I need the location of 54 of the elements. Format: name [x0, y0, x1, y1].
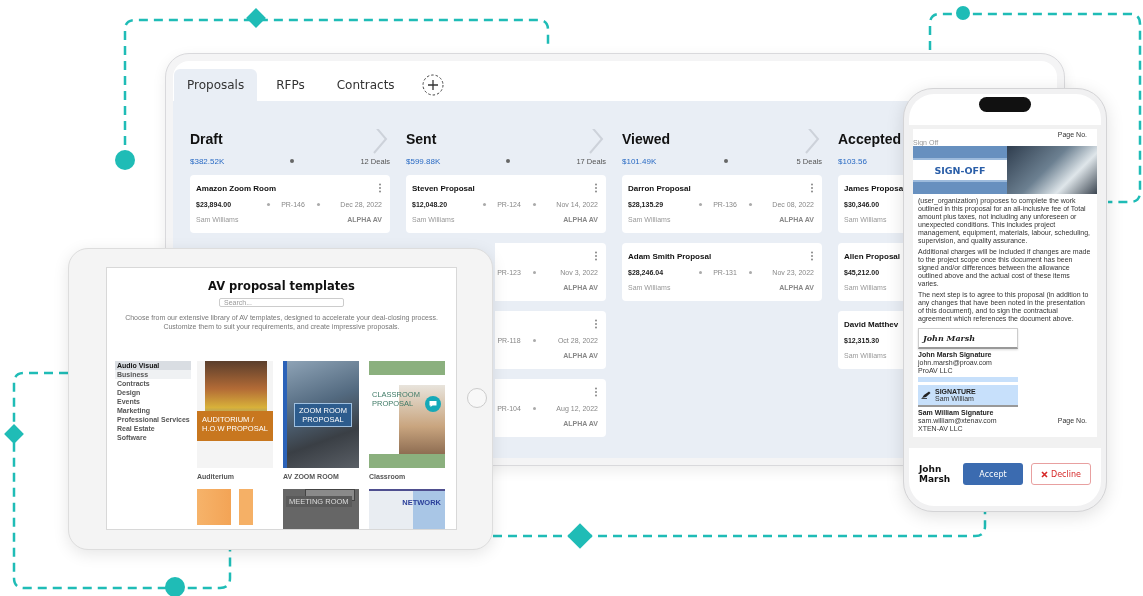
more-options-icon[interactable] — [594, 319, 598, 329]
separator-dot — [532, 339, 536, 342]
decline-button[interactable]: Decline — [1031, 463, 1091, 485]
column-title: Sent — [406, 131, 437, 147]
column-title: Accepted — [838, 131, 902, 147]
column-total: $101.49K — [622, 156, 657, 166]
separator-dot — [506, 159, 511, 163]
proposal-title: James Proposa — [844, 183, 903, 193]
tab[interactable]: Proposals — [174, 69, 258, 101]
page-title: AV proposal templates — [208, 279, 355, 293]
proposal-title: Darron Proposal — [628, 183, 691, 193]
proposal-title: Adam Smith Proposal — [628, 251, 712, 261]
separator-dot — [748, 271, 752, 274]
add-tab-icon[interactable] — [421, 74, 444, 96]
proposal-title: Allen Proposal — [844, 251, 900, 261]
more-options-icon[interactable] — [810, 251, 814, 261]
accept-button[interactable]: Accept — [963, 463, 1023, 485]
more-options-icon[interactable] — [594, 387, 598, 397]
separator-dot — [266, 203, 270, 206]
chevron-icon — [588, 129, 604, 154]
tab[interactable]: Contracts — [323, 69, 408, 101]
chat-icon[interactable] — [425, 396, 441, 412]
chevron-icon — [804, 129, 820, 154]
signer-name: John Marsh — [919, 464, 952, 484]
close-icon — [1041, 470, 1049, 478]
separator-dot — [532, 203, 536, 206]
more-options-icon[interactable] — [594, 183, 598, 193]
banner-title: SIGN-OFF — [934, 164, 986, 176]
more-options-icon[interactable] — [378, 183, 382, 193]
separator-dot — [316, 203, 320, 206]
chevron-icon — [372, 129, 388, 154]
proposal-title: David Matthev — [844, 319, 899, 329]
column-total: $103.56 — [838, 156, 867, 166]
handwritten-signature: John Marsh — [923, 333, 976, 343]
separator-dot — [698, 271, 702, 274]
tab[interactable]: RFPs — [263, 69, 318, 101]
separator-dot — [724, 159, 729, 163]
separator-dot — [290, 159, 295, 163]
more-options-icon[interactable] — [810, 183, 814, 193]
proposal-title: Steven Proposal — [412, 183, 475, 193]
column-title: Viewed — [622, 131, 670, 147]
separator-dot — [532, 407, 536, 410]
separator-dot — [482, 203, 486, 206]
pen-icon — [921, 391, 931, 399]
separator-dot — [698, 203, 702, 206]
separator-dot — [748, 203, 752, 206]
column-total: $599.88K — [406, 156, 441, 166]
column-title: Draft — [190, 131, 223, 147]
camera-notch — [979, 97, 1031, 112]
separator-dot — [532, 271, 536, 274]
proposal-title: Amazon Zoom Room — [196, 183, 276, 193]
photo-placeholder — [197, 489, 253, 525]
column-total: $382.52K — [190, 156, 225, 166]
more-options-icon[interactable] — [594, 251, 598, 261]
